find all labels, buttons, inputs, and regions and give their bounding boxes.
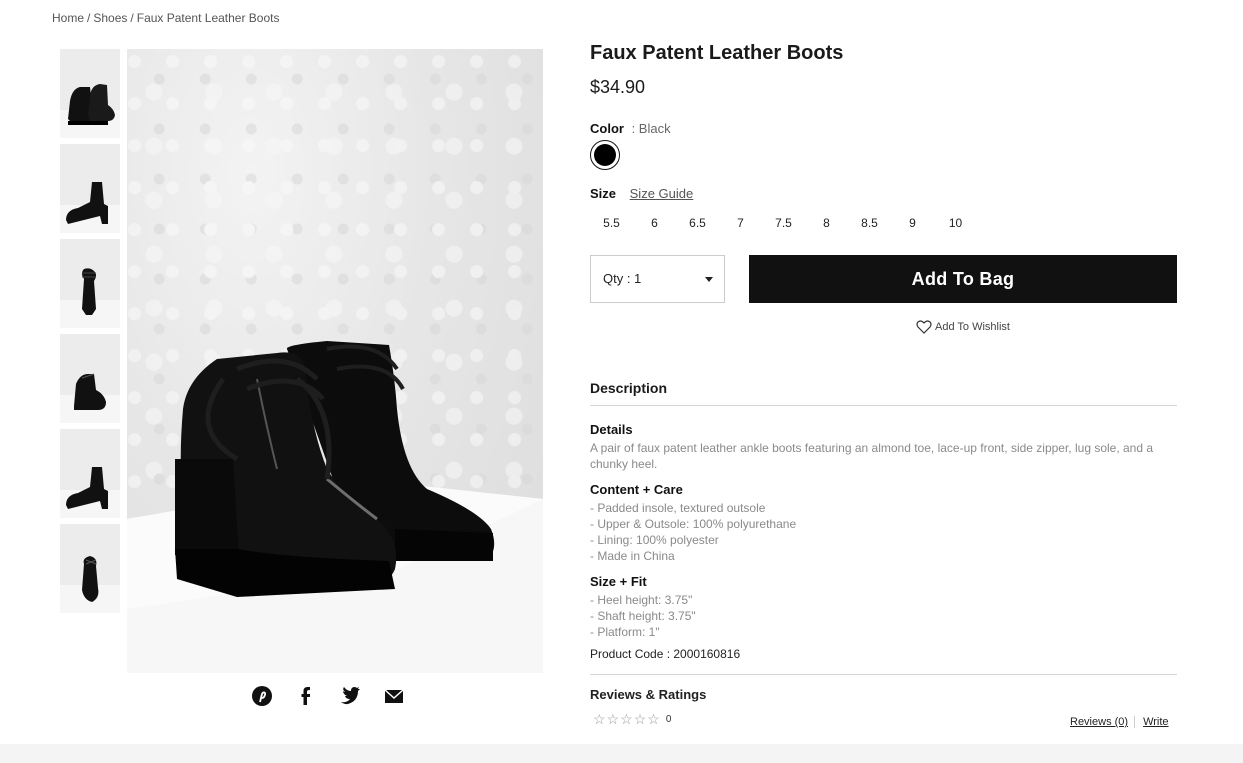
size-label: Size [590, 186, 617, 201]
details-title: Details [590, 422, 633, 437]
divider [590, 674, 1177, 675]
star-icon: ☆ [633, 711, 647, 727]
size-fit-section: Size + Fit - Heel height: 3.75" - Shaft … [590, 574, 1170, 640]
star-rating: ☆ ☆ ☆ ☆ ☆ 0 [593, 711, 671, 728]
breadcrumb-shoes[interactable]: Shoes [93, 11, 127, 25]
review-links: Reviews (0) Write [1070, 716, 1169, 728]
wishlist-label: Add To Wishlist [935, 320, 1010, 333]
details-section: Details A pair of faux patent leather an… [590, 422, 1170, 472]
share-bar [250, 684, 406, 708]
size-fit-item: - Shaft height: 3.75" [590, 609, 696, 623]
size-option-9[interactable]: 9 [891, 214, 934, 232]
breadcrumb-current: Faux Patent Leather Boots [136, 11, 280, 25]
breadcrumb-separator: / [130, 11, 134, 25]
size-guide-link[interactable]: Size Guide [630, 186, 694, 201]
thumbnail-3[interactable] [60, 239, 120, 328]
size-option-10[interactable]: 10 [934, 214, 977, 232]
quantity-select[interactable]: Qty : 1 [590, 255, 725, 303]
breadcrumb-separator: / [87, 11, 91, 25]
thumbnail-5[interactable] [60, 429, 120, 518]
details-text: A pair of faux patent leather ankle boot… [590, 441, 1154, 471]
email-icon[interactable] [382, 684, 406, 708]
content-care-item: - Made in China [590, 549, 675, 563]
heart-icon [916, 320, 932, 334]
product-title: Faux Patent Leather Boots [590, 42, 844, 64]
facebook-icon[interactable] [294, 684, 318, 708]
product-image[interactable] [127, 49, 543, 673]
content-care-section: Content + Care - Padded insole, textured… [590, 482, 1170, 564]
link-divider [1134, 716, 1136, 728]
size-fit-item: - Heel height: 3.75" [590, 593, 693, 607]
thumbnail-4[interactable] [60, 334, 120, 423]
content-care-item: - Upper & Outsole: 100% polyurethane [590, 517, 797, 531]
content-care-item: - Lining: 100% polyester [590, 533, 719, 547]
twitter-icon[interactable] [338, 684, 362, 708]
breadcrumb: Home / Shoes / Faux Patent Leather Boots [52, 11, 280, 25]
size-fit-item: - Platform: 1" [590, 625, 660, 639]
thumbnail-1[interactable] [60, 49, 120, 138]
size-option-8[interactable]: 8 [805, 214, 848, 232]
write-review-link[interactable]: Write [1143, 716, 1168, 728]
star-icon: ☆ [593, 711, 606, 727]
reviews-link[interactable]: Reviews (0) [1070, 716, 1128, 728]
breadcrumb-home[interactable]: Home [52, 11, 84, 25]
page-bottom-strip [0, 744, 1243, 763]
color-selector: Color : Black [590, 121, 671, 136]
size-options: 5.5 6 6.5 7 7.5 8 8.5 9 10 [590, 214, 977, 232]
add-to-wishlist-link[interactable]: Add To Wishlist [916, 319, 1010, 334]
size-option-7-5[interactable]: 7.5 [762, 214, 805, 232]
product-code: Product Code : 2000160816 [590, 647, 741, 661]
thumbnail-list [60, 49, 120, 619]
color-swatch-black[interactable] [590, 140, 620, 170]
pinterest-icon[interactable] [250, 684, 274, 708]
color-value: : Black [631, 121, 671, 136]
size-option-6-5[interactable]: 6.5 [676, 214, 719, 232]
reviews-heading[interactable]: Reviews & Ratings [590, 687, 706, 702]
size-option-8-5[interactable]: 8.5 [848, 214, 891, 232]
size-fit-title: Size + Fit [590, 574, 647, 589]
rating-count: 0 [665, 714, 672, 725]
size-option-7[interactable]: 7 [719, 214, 762, 232]
content-care-title: Content + Care [590, 482, 683, 497]
add-to-bag-button[interactable]: Add To Bag [749, 255, 1177, 303]
color-label: Color [590, 121, 624, 136]
size-selector: Size Size Guide [590, 186, 693, 201]
size-option-6[interactable]: 6 [633, 214, 676, 232]
star-icon: ☆ [606, 711, 620, 727]
quantity-value: Qty : 1 [603, 271, 642, 286]
divider [590, 405, 1177, 406]
thumbnail-2[interactable] [60, 144, 120, 233]
star-icon: ☆ [620, 711, 633, 727]
content-care-item: - Padded insole, textured outsole [590, 501, 766, 515]
chevron-down-icon [705, 277, 713, 282]
description-heading[interactable]: Description [590, 380, 667, 396]
size-option-5-5[interactable]: 5.5 [590, 214, 633, 232]
star-icon: ☆ [647, 711, 660, 727]
product-price: $34.90 [590, 77, 646, 97]
thumbnail-6[interactable] [60, 524, 120, 613]
